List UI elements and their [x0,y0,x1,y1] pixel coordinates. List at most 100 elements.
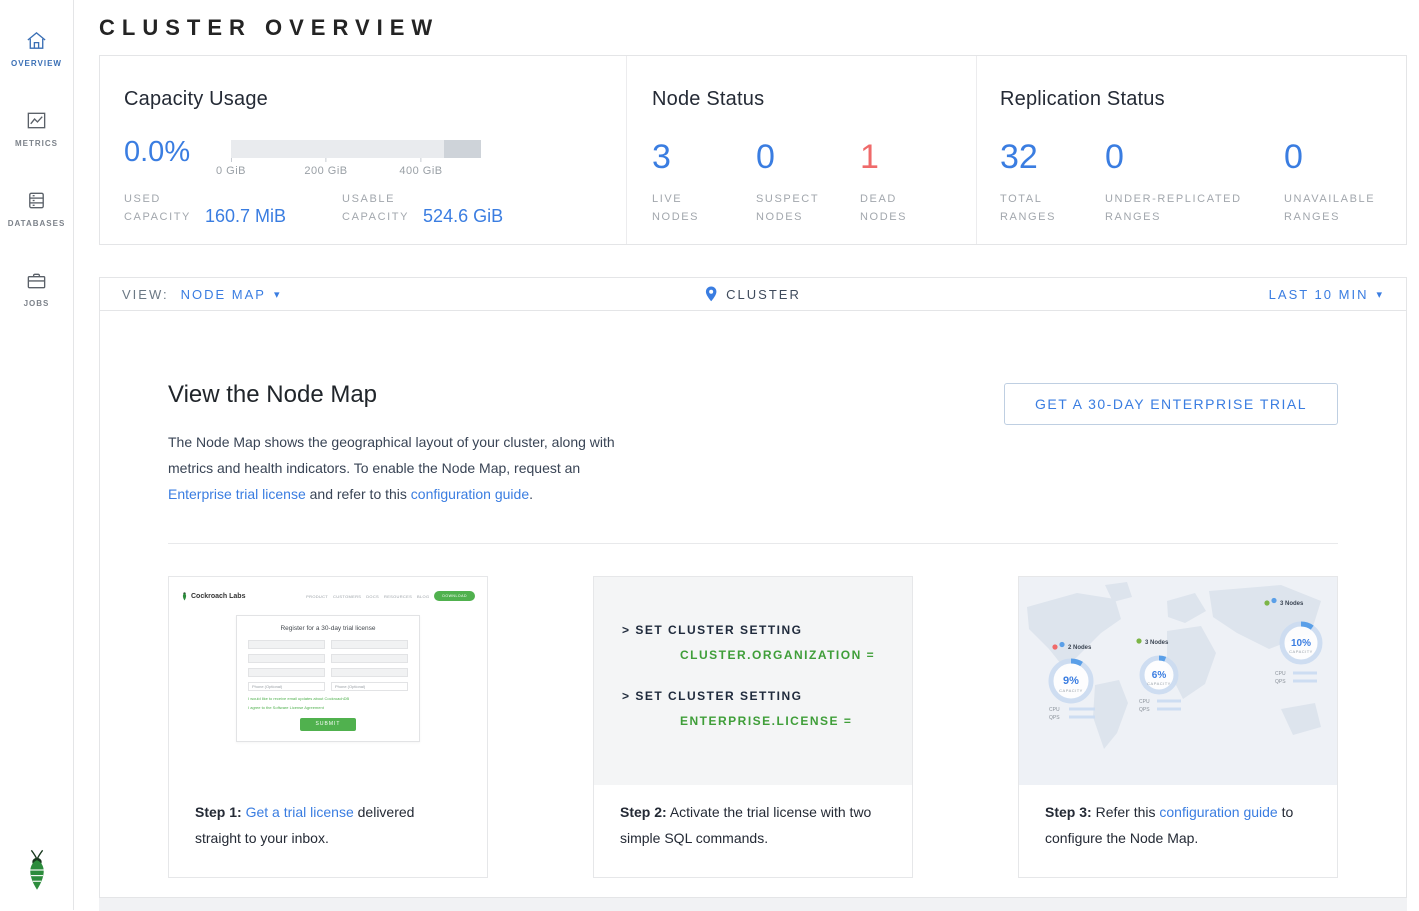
sidebar-item-label: JOBS [24,299,50,308]
capacity-percent-label: 10% [1291,638,1311,649]
chevron-down-icon: ▾ [1376,288,1384,301]
capacity-details: USED CAPACITY 160.7 MiB USABLE CAPACITY … [124,190,626,226]
sidebar-item-label: METRICS [15,139,58,148]
live-node-dot [1271,598,1276,603]
enterprise-trial-button[interactable]: GET A 30-DAY ENTERPRISE TRIAL [1004,383,1338,425]
usable-capacity: USABLE CAPACITY 524.6 GiB [342,190,503,226]
node-map-description: The Node Map shows the geographical layo… [168,429,626,507]
usable-capacity-value: 524.6 GiB [423,206,503,227]
locality-nodes-label: 3 Nodes [1280,601,1304,607]
enterprise-trial-license-link[interactable]: Enterprise trial license [168,486,306,502]
live-nodes-value: 3 [652,139,756,175]
location-pin-icon [705,286,717,302]
chevron-down-icon: ▾ [274,288,282,301]
usable-capacity-label: USABLE [342,190,409,208]
setup-steps: Cockroach Labs PRODUCT CUSTOMERS DOCS RE… [168,576,1338,878]
used-capacity: USED CAPACITY 160.7 MiB [124,190,286,226]
step3-node-map-preview: 2 Nodes 9% CAPACITY CPU QPS [1019,577,1337,785]
live-node-dot [1136,638,1141,643]
sidebar-item-jobs[interactable]: JOBS [0,248,73,328]
capacity-bar-chart: 0 GiB 200 GiB 400 GiB [231,140,481,182]
mini-site-brand: Cockroach Labs [191,593,245,600]
node-map-title: View the Node Map [168,381,626,409]
live-node-dot [1059,642,1064,647]
axis-tick-label: 200 GiB [304,165,347,177]
capacity-caption: CAPACITY [1059,688,1083,693]
step2-card: > SET CLUSTER SETTING CLUSTER.ORGANIZATI… [593,576,913,878]
capacity-usage-title: Capacity Usage [124,88,626,111]
world-map-image: 2 Nodes 9% CAPACITY CPU QPS [1019,577,1337,785]
page-bottom-gap [99,898,1407,911]
databases-icon [25,189,48,212]
cpu-label: CPU [1049,707,1060,713]
sql-setting-line: ENTERPRISE.LICENSE = [680,714,884,728]
node-map-intro: View the Node Map The Node Map shows the… [168,381,1338,507]
capacity-bar [231,140,481,158]
live-nodes-stat: 3 LIVE NODES [652,139,756,226]
configuration-guide-link[interactable]: configuration guide [411,486,529,502]
step2-caption: Step 2: Activate the trial license with … [594,785,912,877]
configuration-guide-link[interactable]: configuration guide [1159,804,1277,820]
qps-label: QPS [1049,715,1060,721]
node-map-panel: View the Node Map The Node Map shows the… [99,311,1407,898]
cluster-breadcrumb: CLUSTER [705,286,801,302]
qps-label: QPS [1275,679,1286,685]
view-label: VIEW: [122,287,169,302]
under-replicated-ranges-value: 0 [1105,139,1284,175]
used-capacity-label: CAPACITY [124,208,191,226]
sidebar-item-overview[interactable]: OVERVIEW [0,8,73,88]
jobs-icon [25,269,48,292]
step1-card: Cockroach Labs PRODUCT CUSTOMERS DOCS RE… [168,576,488,878]
mini-submit-button: SUBMIT [300,718,356,731]
mini-phone-field: Phone (Optional) [331,682,408,691]
replication-stats: 32 TOTAL RANGES 0 UNDER-REPLICATED RANGE… [1000,139,1406,226]
sidebar-item-label: OVERVIEW [11,59,62,68]
time-range-dropdown[interactable]: LAST 10 MIN ▾ [1269,287,1384,302]
cluster-summary-card: Capacity Usage 0.0% 0 GiB 200 GiB 400 Gi… [99,55,1407,245]
cluster-breadcrumb-label: CLUSTER [726,287,801,302]
sidebar-item-label: DATABASES [8,219,66,228]
node-status-stats: 3 LIVE NODES 0 SUSPECT NODES [652,139,976,226]
capacity-axis: 0 GiB 200 GiB 400 GiB [231,158,481,182]
sidebar-item-databases[interactable]: DATABASES [0,168,73,248]
capacity-usage-section: Capacity Usage 0.0% 0 GiB 200 GiB 400 Gi… [100,56,627,244]
mini-phone-field: Phone (Optional) [248,682,325,691]
time-range-value: LAST 10 MIN [1269,287,1369,302]
replication-status-title: Replication Status [1000,88,1406,111]
section-divider [168,543,1338,544]
capacity-percent-label: 9% [1063,675,1079,687]
capacity-bar-segment [444,140,482,158]
mini-trial-form: Register for a 30-day trial license Phon… [236,615,420,742]
dead-node-dot [1052,644,1057,649]
page-header: CLUSTER OVERVIEW [99,0,1407,55]
app-root: OVERVIEW METRICS DATABASES [0,0,1419,910]
axis-tick-label: 0 GiB [216,165,246,177]
used-capacity-label: USED [124,190,191,208]
sql-prompt-line: > SET CLUSTER SETTING [622,623,884,637]
sidebar-item-metrics[interactable]: METRICS [0,88,73,168]
unavailable-ranges-value: 0 [1284,139,1375,175]
capacity-percent-label: 6% [1152,670,1167,681]
metrics-icon [25,109,48,132]
home-icon [25,29,48,52]
replication-status-section: Replication Status 32 TOTAL RANGES 0 UND… [977,56,1406,244]
cpu-label: CPU [1275,671,1286,677]
step1-screenshot: Cockroach Labs PRODUCT CUSTOMERS DOCS RE… [169,577,487,785]
sidebar: OVERVIEW METRICS DATABASES [0,0,74,910]
mini-checkbox-label: I would like to receive email updates ab… [248,696,408,702]
node-status-title: Node Status [652,88,976,111]
usable-capacity-label: CAPACITY [342,208,409,226]
mini-checkbox-label: I agree to the Software License Agreemen… [248,705,408,711]
view-selector-dropdown[interactable]: NODE MAP ▾ [181,287,282,302]
capacity-used-percent: 0.0% [124,135,231,182]
unavailable-ranges-stat: 0 UNAVAILABLE RANGES [1284,139,1375,226]
sidebar-nav: OVERVIEW METRICS DATABASES [0,0,73,328]
main-content: CLUSTER OVERVIEW Capacity Usage 0.0% 0 G… [74,0,1419,910]
mini-site-nav: PRODUCT CUSTOMERS DOCS RESOURCES BLOG DO… [306,591,475,601]
get-trial-license-link[interactable]: Get a trial license [246,804,354,820]
page-title: CLUSTER OVERVIEW [99,15,439,41]
dead-nodes-value: 1 [860,139,964,175]
mini-form-title: Register for a 30-day trial license [248,625,408,632]
dead-nodes-stat: 1 DEAD NODES [860,139,964,226]
view-bar: VIEW: NODE MAP ▾ CLUSTER LAST 10 MIN ▾ [99,277,1407,311]
